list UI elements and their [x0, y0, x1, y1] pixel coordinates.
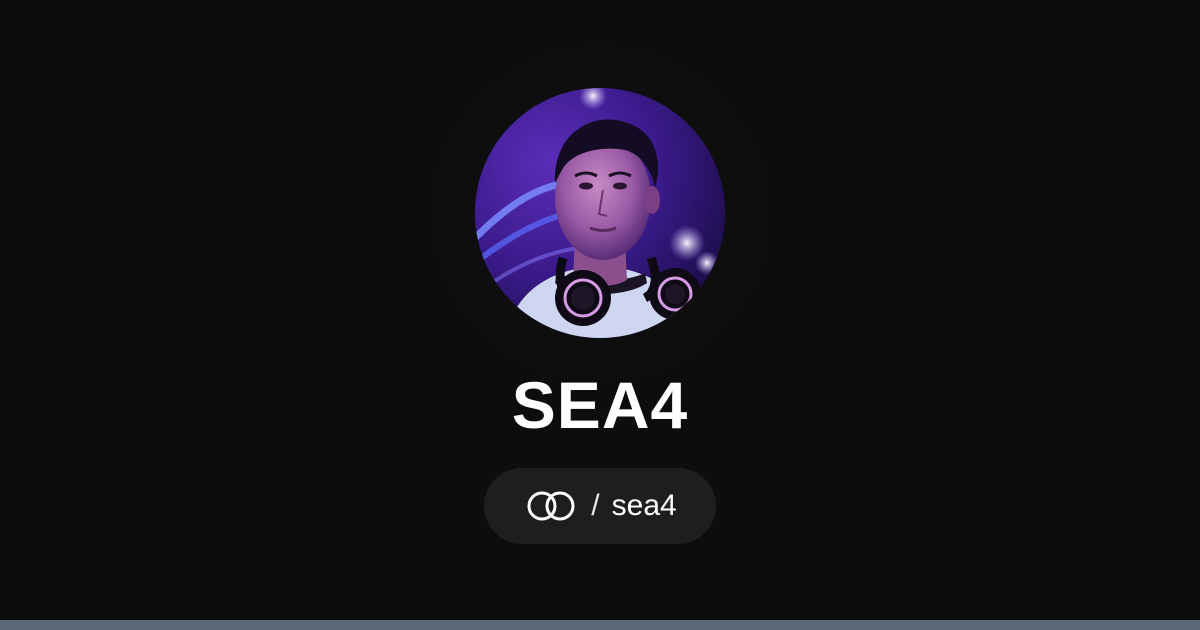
handle-separator: /	[591, 489, 600, 522]
avatar-photo	[475, 88, 725, 338]
handle-text: sea4	[611, 489, 677, 522]
profile-handle-link[interactable]: / sea4	[484, 468, 716, 544]
avatar	[475, 88, 725, 338]
bottom-bar	[0, 620, 1200, 630]
linked-rings-icon	[527, 491, 575, 521]
profile-name: SEA4	[511, 368, 689, 442]
